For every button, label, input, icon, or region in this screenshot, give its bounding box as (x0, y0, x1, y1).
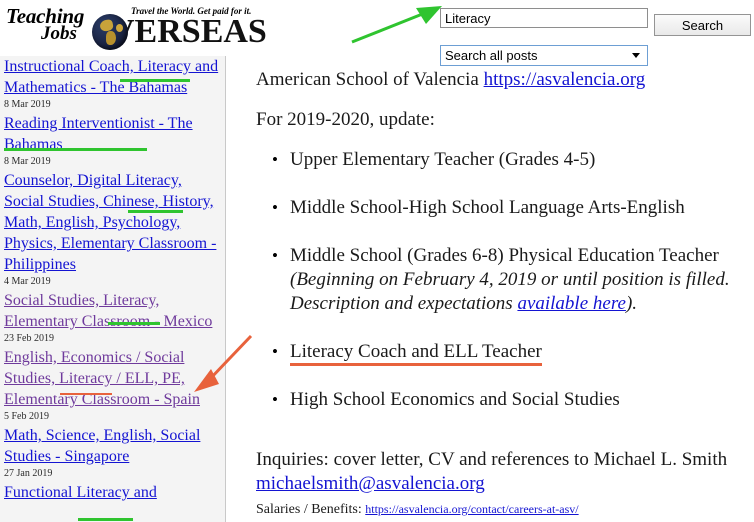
sidebar-job-entry: Instructional Coach, Literacy and Mathem… (0, 56, 225, 112)
sidebar-term-highlight (60, 393, 112, 395)
sidebar-job-date: 8 Mar 2019 (4, 156, 51, 167)
sidebar-job-link[interactable]: Functional Literacy and (4, 482, 221, 503)
school-name: American School of Valencia (256, 69, 484, 90)
job-posting-content: American School of Valencia https://asva… (234, 56, 754, 522)
careers-page-link[interactable]: https://asvalencia.org/contact/careers-a… (365, 502, 578, 516)
sidebar-job-date: 23 Feb 2019 (4, 333, 54, 344)
sidebar-job-link[interactable]: English, Economics / Social Studies, Lit… (4, 347, 221, 410)
logo-word-overseas: VERSEAS (110, 13, 267, 50)
sidebar-job-entry: Math, Science, English, Social Studies -… (0, 425, 225, 481)
sidebar-job-date: 4 Mar 2019 (4, 276, 51, 287)
site-logo[interactable]: Teaching Jobs Travel the World. Get paid… (4, 2, 267, 50)
inquiries-paragraph: Inquiries: cover letter, CV and referenc… (234, 448, 754, 496)
school-website-link[interactable]: https://asvalencia.org (484, 69, 646, 90)
job-results-sidebar[interactable]: Instructional Coach, Literacy and Mathem… (0, 56, 226, 522)
salaries-paragraph: Salaries / Benefits: https://asvalencia.… (256, 500, 579, 519)
sidebar-term-highlight (128, 210, 183, 213)
sidebar-job-entry: Reading Interventionist - The Bahamas 8 M… (0, 113, 225, 169)
job-opening-title: Literacy Coach and ELL Teacher (290, 341, 542, 366)
job-opening-item: Middle School-High School Language Arts-… (272, 196, 754, 220)
sidebar-job-link[interactable]: Social Studies, Literacy, Elementary Cla… (4, 290, 221, 332)
sidebar-job-date: 27 Jan 2019 (4, 468, 53, 479)
job-opening-title: High School Economics and Social Studies (290, 389, 620, 410)
job-opening-item: Middle School (Grades 6-8) Physical Educ… (272, 244, 754, 316)
search-input[interactable] (440, 8, 648, 28)
sidebar-job-link[interactable]: Math, Science, English, Social Studies -… (4, 425, 221, 467)
job-opening-title: Middle School (Grades 6-8) Physical Educ… (290, 245, 719, 266)
globe-icon (92, 14, 128, 50)
sidebar-term-highlight (108, 322, 160, 325)
salaries-label: Salaries / Benefits: (256, 502, 366, 517)
job-opening-note-before: (Beginning on February 4, 2019 or until … (290, 269, 730, 314)
job-opening-item: High School Economics and Social Studies (272, 388, 754, 412)
inquiries-text: Inquiries: cover letter, CV and referenc… (256, 449, 728, 470)
sidebar-job-entry: Functional Literacy and (0, 482, 225, 503)
job-openings-list: Upper Elementary Teacher (Grades 4-5) Mid… (234, 148, 754, 436)
sidebar-job-date: 5 Feb 2019 (4, 411, 49, 422)
search-button[interactable]: Search (654, 14, 751, 36)
job-opening-item: Upper Elementary Teacher (Grades 4-5) (272, 148, 754, 172)
sidebar-term-highlight (4, 148, 147, 151)
sidebar-job-date: 8 Mar 2019 (4, 99, 51, 110)
logo-word-jobs: Jobs (41, 23, 77, 44)
school-heading: American School of Valencia https://asva… (234, 68, 645, 92)
job-opening-item: Literacy Coach and ELL Teacher (272, 340, 754, 366)
sidebar-job-link[interactable]: Counselor, Digital Literacy, Social Stud… (4, 170, 221, 275)
job-opening-title: Middle School-High School Language Arts-… (290, 197, 685, 218)
page-header: Teaching Jobs Travel the World. Get paid… (0, 0, 754, 66)
update-line: For 2019-2020, update: (256, 109, 435, 130)
sidebar-term-highlight (120, 79, 190, 82)
contact-email-link[interactable]: michaelsmith@asvalencia.org (256, 473, 485, 494)
sidebar-job-entry: Counselor, Digital Literacy, Social Stud… (0, 170, 225, 289)
sidebar-job-link[interactable]: Instructional Coach, Literacy and Mathem… (4, 56, 221, 98)
sidebar-job-entry: Social Studies, Literacy, Elementary Cla… (0, 290, 225, 346)
job-opening-title: Upper Elementary Teacher (Grades 4-5) (290, 149, 596, 170)
sidebar-term-highlight (78, 518, 133, 521)
sidebar-job-entry: English, Economics / Social Studies, Lit… (0, 347, 225, 424)
job-opening-note-after: ). (625, 293, 638, 314)
job-description-link[interactable]: available here (517, 293, 626, 314)
